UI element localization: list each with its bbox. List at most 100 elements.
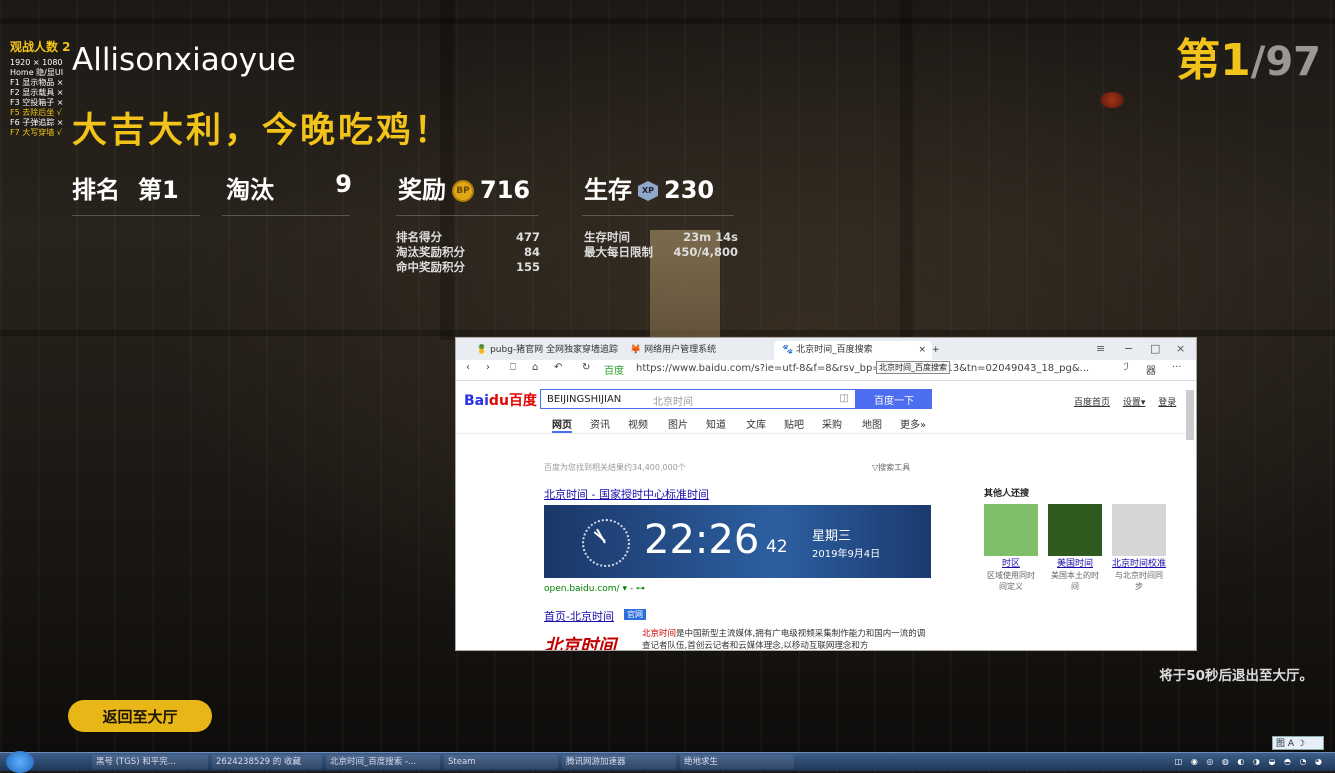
snippet-highlight: 北京时间 xyxy=(642,629,677,639)
result-title[interactable]: 首页-北京时间 xyxy=(544,608,614,624)
scrollbar[interactable] xyxy=(1186,390,1194,440)
related-thumbnail xyxy=(1048,504,1102,556)
minimize-icon[interactable]: − xyxy=(1124,338,1133,360)
tab-purchase[interactable]: 采购 xyxy=(822,416,842,431)
link-home[interactable]: 百度首页 xyxy=(1074,398,1110,408)
snippet-text: 是中国新型主流媒体,拥有广电级视频采集制作能力和国内一流的调查记者队伍,首创云记… xyxy=(642,629,926,650)
translate-icon[interactable]: 器 xyxy=(1146,362,1156,377)
tab-more[interactable]: 更多» xyxy=(900,416,926,431)
search-tools[interactable]: ▽搜索工具 xyxy=(872,462,910,473)
breakdown-label: 最大每日限制 xyxy=(584,245,653,259)
tab-bar: 🍍 pubg-猪官网 全网独家穿墙追踪 🦊 网络用户管理系统 🐾 北京时间_百度… xyxy=(456,338,1196,360)
breakdown-value: 477 xyxy=(515,230,540,244)
kills-label: 淘汰 xyxy=(226,176,274,204)
scene-lamp xyxy=(1100,92,1124,108)
cheat-menu-item: F2 显示载具 × xyxy=(10,88,64,97)
baidu-logo[interactable]: Baidu百度 xyxy=(464,390,537,410)
undo-icon[interactable]: ↶ xyxy=(554,362,562,373)
url-field[interactable]: https://www.baidu.com/s?ie=utf-8&f=8&rsv… xyxy=(636,363,1089,374)
breakdown-row: 命中奖励积分 155 xyxy=(396,260,540,275)
taskbar-item[interactable]: 绝地求生 xyxy=(680,755,794,769)
clock-time: 22:26 xyxy=(644,517,760,563)
breakdown-label: 排名得分 xyxy=(396,230,442,244)
cheat-menu-item: Home 隐/显UI xyxy=(10,68,64,77)
rank-badge-total: /97 xyxy=(1250,39,1321,85)
rank-stat: 排名 第1 xyxy=(72,170,179,205)
taskbar-item[interactable]: 北京时间_百度搜索 -... xyxy=(326,755,440,769)
tab-images[interactable]: 图片 xyxy=(668,416,688,431)
camera-icon[interactable]: ◫ xyxy=(840,393,849,404)
clock-icon xyxy=(582,519,630,567)
tab-wenku[interactable]: 文库 xyxy=(746,416,766,431)
forward-icon[interactable]: › xyxy=(486,362,490,373)
cheat-menu-item: F7 大写穿墙 √ xyxy=(10,128,62,137)
tab-tooltip: 北京时间_百度搜索 xyxy=(876,361,950,374)
maximize-icon[interactable]: □ xyxy=(1150,338,1160,360)
bp-coin-icon: BP xyxy=(452,180,474,202)
breakdown-label: 命中奖励积分 xyxy=(396,260,465,274)
link-login[interactable]: 登录 xyxy=(1158,398,1176,408)
player-name: Allisonxiaoyue xyxy=(72,42,296,78)
breakdown-value: 23m 14s xyxy=(683,230,738,244)
taskbar-item[interactable]: 腾讯网游加速器 xyxy=(562,755,676,769)
result-title[interactable]: 北京时间 - 国家授时中心标准时间 xyxy=(544,486,709,502)
result-snippet: 北京时间是中国新型主流媒体,拥有广电级视频采集制作能力和国内一流的调查记者队伍,… xyxy=(642,628,932,650)
result-site[interactable]: open.baidu.com/ ▾ - ⊶ xyxy=(544,584,645,594)
breakdown-value: 155 xyxy=(515,260,540,274)
new-tab-button[interactable]: + xyxy=(932,341,946,360)
logo-text: Bai xyxy=(464,393,489,409)
taskbar-item[interactable]: Steam xyxy=(444,755,558,769)
breakdown-value: 450/4,800 xyxy=(673,245,738,259)
survival-stat: 生存 XP 230 xyxy=(584,170,714,205)
result-logo[interactable]: 北京时间 xyxy=(544,632,616,650)
close-window-icon[interactable]: × xyxy=(1176,338,1185,360)
cheat-menu: 1920 × 1080 Home 隐/显UI F1 显示物品 × F2 显示载具… xyxy=(10,58,70,138)
url-suffix: =13&tn=02049043_18_pg&... xyxy=(938,363,1090,374)
reward-breakdown: 排名得分 477 淘汰奖励积分 84 命中奖励积分 155 xyxy=(396,230,540,275)
menu-icon[interactable]: ≡ xyxy=(1096,338,1105,360)
site-badge: 百度 xyxy=(604,366,624,377)
tab-zhidao[interactable]: 知道 xyxy=(706,416,726,431)
browser-tab[interactable]: 🦊 网络用户管理系统 xyxy=(630,341,760,360)
tab-news[interactable]: 资讯 xyxy=(590,416,610,431)
scene-post xyxy=(900,0,914,340)
extension-icon[interactable]: ℐ xyxy=(1124,362,1129,373)
search-button[interactable]: 百度一下 xyxy=(856,389,932,409)
related-thumbnail xyxy=(1112,504,1166,556)
tab-label: 网络用户管理系统 xyxy=(644,345,717,355)
related-title: 北京时间校准 xyxy=(1112,559,1167,569)
related-item[interactable]: 时区 区域使用同时间定义 xyxy=(984,504,1038,592)
taskbar-item[interactable]: 2624238529 的 收藏 xyxy=(212,755,322,769)
taskbar-item[interactable]: 黑号 (TGS) 和平完... xyxy=(92,755,208,769)
related-item[interactable]: 北京时间校准 与北京时间同步 xyxy=(1112,504,1166,592)
back-icon[interactable]: ‹ xyxy=(466,362,470,373)
home-icon[interactable]: ⌂ xyxy=(532,362,538,373)
tab-web[interactable]: 网页 xyxy=(552,416,572,433)
bookmark-icon[interactable]: ⎕ xyxy=(510,362,516,373)
divider xyxy=(396,215,538,216)
breakdown-row: 最大每日限制 450/4,800 xyxy=(584,245,738,260)
tab-label: pubg-猪官网 全网独家穿墙追踪 xyxy=(490,345,619,355)
tab-tieba[interactable]: 贴吧 xyxy=(784,416,804,431)
tab-map[interactable]: 地图 xyxy=(862,416,882,431)
reload-icon[interactable]: ↻ xyxy=(582,362,590,373)
more-icon[interactable]: ··· xyxy=(1172,362,1182,373)
clock-weekday: 星期三 xyxy=(812,529,852,544)
tab-close-icon[interactable]: × xyxy=(918,341,926,360)
related-desc: 美国本土的时间 xyxy=(1051,571,1099,591)
browser-window: 🍍 pubg-猪官网 全网独家穿墙追踪 🦊 网络用户管理系统 🐾 北京时间_百度… xyxy=(456,338,1196,650)
divider xyxy=(72,215,200,216)
related-item[interactable]: 美国时间 美国本土的时间 xyxy=(1048,504,1102,592)
link-settings[interactable]: 设置▾ xyxy=(1123,398,1146,408)
cheat-menu-item: 1920 × 1080 xyxy=(10,58,63,67)
browser-tab[interactable]: 🍍 pubg-猪官网 全网独家穿墙追踪 xyxy=(476,341,624,360)
system-tray[interactable]: ◫ ◉ ◎ ◍ ◐ ◑ ◒ ◓ ◔ ◕ xyxy=(1175,757,1325,766)
kills-stat: 淘汰 9 xyxy=(226,170,352,205)
survival-value: 230 xyxy=(664,176,715,204)
tab-video[interactable]: 视频 xyxy=(628,416,648,431)
return-to-lobby-button[interactable]: 返回至大厅 xyxy=(68,700,212,732)
related-desc: 区域使用同时间定义 xyxy=(987,571,1035,591)
ime-bar[interactable]: 图 A ☽ xyxy=(1272,736,1324,750)
browser-tab-active[interactable]: 🐾 北京时间_百度搜索 × xyxy=(774,341,932,360)
logo-cn: 百度 xyxy=(508,393,537,409)
